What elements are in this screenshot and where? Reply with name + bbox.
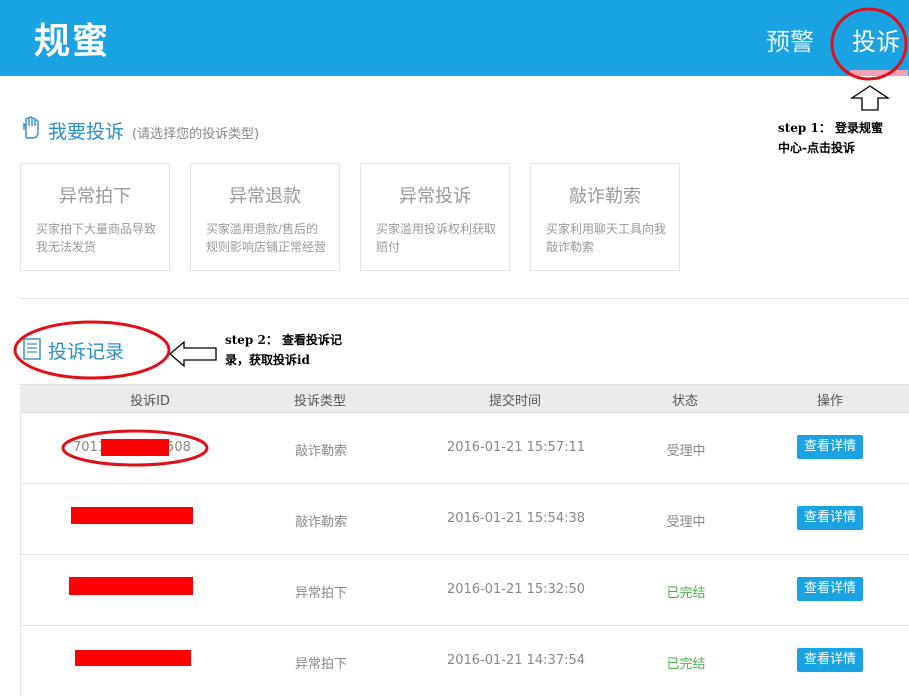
complaint-type: 敲诈勒索 <box>294 444 347 459</box>
status-badge: 已完结 <box>666 657 706 672</box>
nav-complaint[interactable]: 投诉 <box>852 22 900 57</box>
column-header-type: 投诉类型 <box>293 394 346 409</box>
status-badge: 已完结 <box>666 586 706 601</box>
redaction-mark <box>75 650 191 666</box>
redaction-mark <box>71 507 193 524</box>
view-details-button[interactable]: 查看详情 <box>797 435 863 459</box>
step1-annotation: step 1： 登录规蜜 中心-点击投诉 <box>778 118 883 158</box>
view-details-button[interactable]: 查看详情 <box>797 648 863 672</box>
brand-logo[interactable]: 规蜜 <box>34 12 110 64</box>
complaint-id-suffix: 508 <box>166 440 191 455</box>
card-description: 买家利用聊天工具向我敲诈勒索 <box>546 222 667 254</box>
card-title: 异常拍下 <box>59 186 131 207</box>
status-badge: 受理中 <box>666 515 706 530</box>
nav-warning[interactable]: 预警 <box>766 22 814 57</box>
up-arrow-icon <box>849 85 891 111</box>
card-title: 异常退款 <box>229 186 301 207</box>
redaction-mark <box>101 439 169 456</box>
complain-title-text: 我要投诉 <box>48 121 125 143</box>
complaint-type-card-extortion[interactable]: 敲诈勒索 买家利用聊天工具向我敲诈勒索 <box>530 163 680 271</box>
left-arrow-icon <box>169 340 217 368</box>
card-description: 买家滥用投诉权利获取赔付 <box>376 222 497 254</box>
complaint-type-card-abnormal-refund[interactable]: 异常退款 买家滥用退款/售后的规则影响店铺正常经营 <box>190 163 340 271</box>
complaint-type: 异常拍下 <box>294 657 347 672</box>
complaint-type-card-abnormal-order[interactable]: 异常拍下 买家拍下大量商品导致我无法发货 <box>20 163 170 271</box>
nav-active-indicator <box>850 70 908 76</box>
step1-line1: step 1： 登录规蜜 <box>778 121 884 135</box>
redaction-mark <box>69 577 193 595</box>
top-navigation-bar: 规蜜 预警 投诉 <box>0 0 909 76</box>
table-row: 异常拍下 2016-01-21 14:37:54 已完结 查看详情 <box>20 626 909 696</box>
section-divider <box>20 298 909 299</box>
step1-line2: 中心-点击投诉 <box>778 141 855 155</box>
complain-subtitle: (请选择您的投诉类型) <box>132 127 260 142</box>
step2-line2: 录，获取投诉id <box>225 353 310 367</box>
table-row: 7011 508 敲诈勒索 2016-01-21 15:57:11 受理中 查看详… <box>20 413 909 484</box>
complaint-type: 异常拍下 <box>294 586 347 601</box>
table-header: 投诉ID 投诉类型 提交时间 状态 操作 <box>20 384 909 413</box>
records-section-title: 投诉记录 <box>48 341 125 363</box>
step2-line1: step 2： 查看投诉记 <box>225 333 343 347</box>
card-title: 异常投诉 <box>399 186 471 207</box>
complain-section-title: 我要投诉 (请选择您的投诉类型) <box>48 117 259 144</box>
complaint-records-table: 投诉ID 投诉类型 提交时间 状态 操作 7011 508 敲诈勒索 2016-0… <box>20 384 909 696</box>
card-description: 买家拍下大量商品导致我无法发货 <box>36 222 157 254</box>
step2-annotation: step 2： 查看投诉记 录，获取投诉id <box>225 330 342 370</box>
complaint-type-card-abnormal-complaint[interactable]: 异常投诉 买家滥用投诉权利获取赔付 <box>360 163 510 271</box>
list-icon <box>23 338 41 360</box>
column-header-action: 操作 <box>816 394 843 409</box>
card-title: 敲诈勒索 <box>569 186 641 207</box>
table-row: 异常拍下 2016-01-21 15:32:50 已完结 查看详情 <box>20 555 909 626</box>
table-row: 敲诈勒索 2016-01-21 15:54:38 受理中 查看详情 <box>20 484 909 555</box>
view-details-button[interactable]: 查看详情 <box>797 506 863 530</box>
complaint-type: 敲诈勒索 <box>294 515 347 530</box>
status-badge: 受理中 <box>666 444 706 459</box>
view-details-button[interactable]: 查看详情 <box>797 577 863 601</box>
card-description: 买家滥用退款/售后的规则影响店铺正常经营 <box>206 222 327 254</box>
hand-icon <box>23 116 39 139</box>
